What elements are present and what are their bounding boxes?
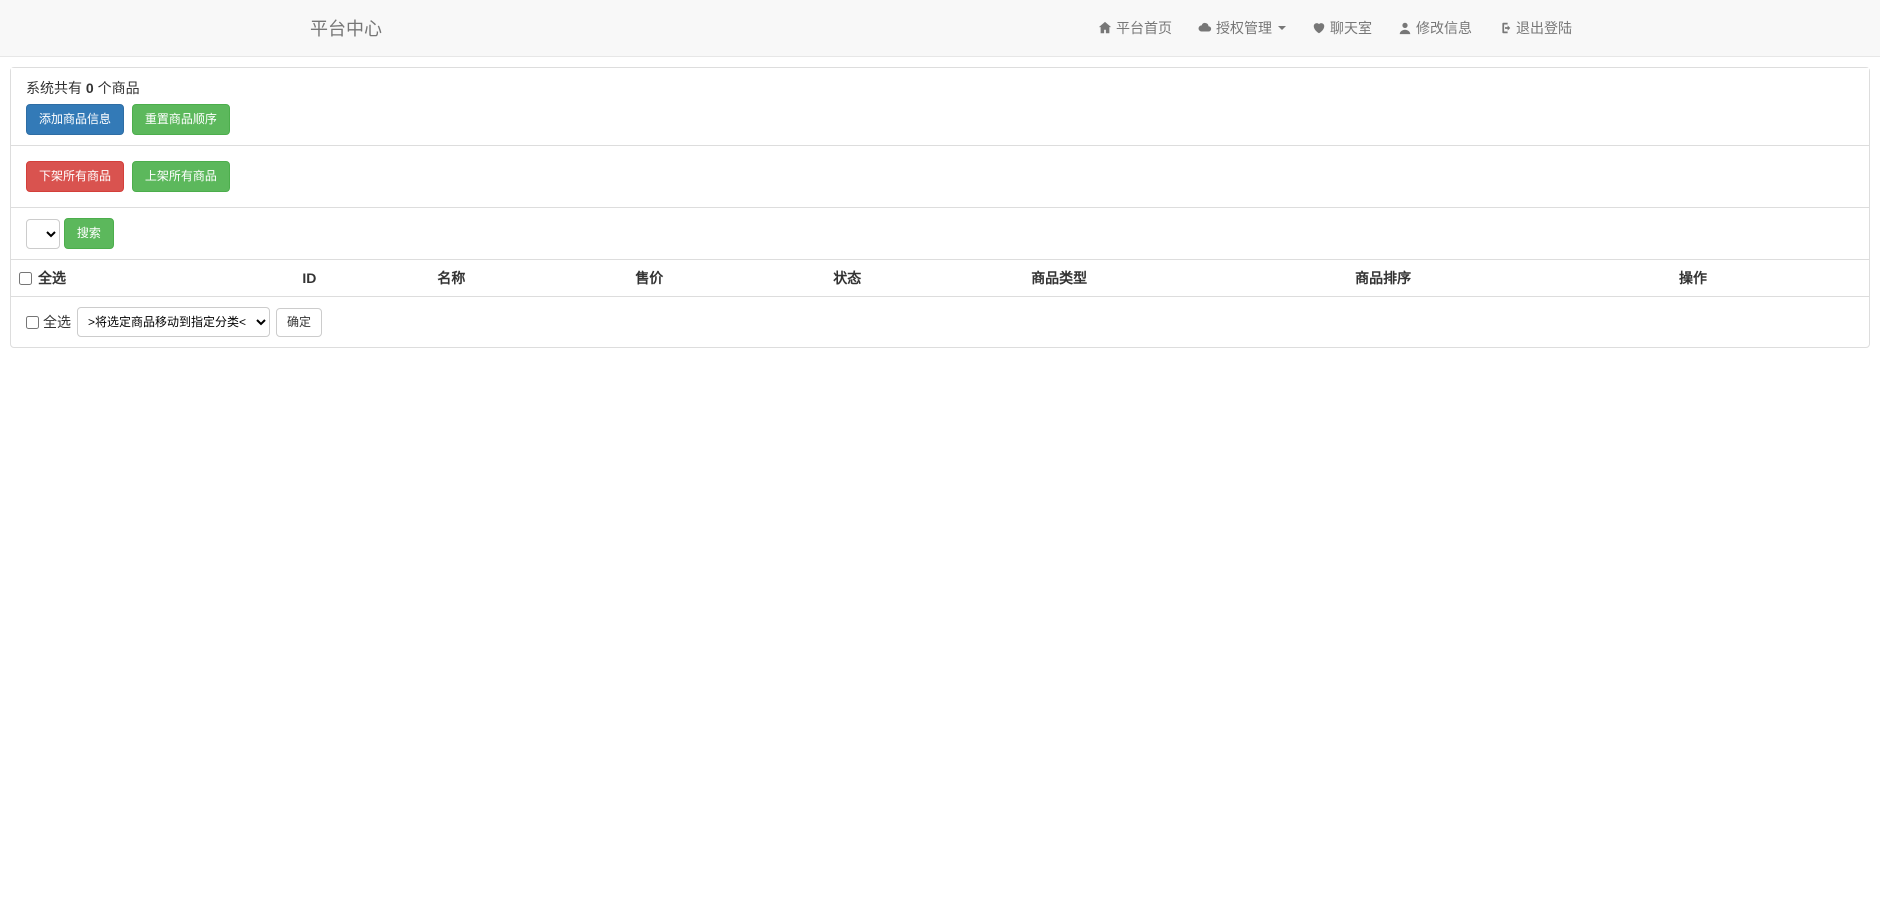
add-product-button[interactable]: 添加商品信息 (26, 104, 124, 135)
nav-label: 聊天室 (1330, 18, 1372, 38)
nav-label: 授权管理 (1216, 18, 1272, 38)
summary-text: 系统共有 0 个商品 (26, 78, 1854, 98)
nav-menu: 平台首页 授权管理 聊天室 修改信息 退出登陆 (1085, 3, 1585, 53)
panel-body-actions: 下架所有商品 上架所有商品 (11, 146, 1869, 208)
category-select[interactable] (26, 219, 60, 249)
panel-heading: 系统共有 0 个商品 添加商品信息 重置商品顺序 (11, 68, 1869, 146)
list-all-button[interactable]: 上架所有商品 (132, 161, 230, 192)
panel-body-search: 搜索 (11, 208, 1869, 260)
table-header-row: 全选 ID 名称 售价 状态 商品类型 商品排序 操作 (11, 260, 1869, 297)
th-action: 操作 (1671, 260, 1869, 297)
home-icon (1098, 21, 1112, 35)
panel-footer: 全选 >将选定商品移动到指定分类< 确定 (11, 297, 1869, 347)
nav-logout[interactable]: 退出登陆 (1485, 3, 1585, 53)
nav-chatroom[interactable]: 聊天室 (1299, 3, 1385, 53)
th-type: 商品类型 (1023, 260, 1347, 297)
th-name: 名称 (429, 260, 627, 297)
nav-edit-info[interactable]: 修改信息 (1385, 3, 1485, 53)
summary-prefix: 系统共有 (26, 80, 86, 96)
nav-label: 退出登陆 (1516, 18, 1572, 38)
top-navbar: 平台中心 平台首页 授权管理 聊天室 修改信息 (0, 0, 1880, 57)
user-icon (1398, 21, 1412, 35)
select-all-checkbox-bottom[interactable] (26, 316, 39, 329)
search-button[interactable]: 搜索 (64, 218, 114, 249)
nav-auth-management[interactable]: 授权管理 (1185, 3, 1299, 53)
select-all-bottom-text: 全选 (43, 312, 71, 332)
th-sort: 商品排序 (1347, 260, 1671, 297)
action-row-1: 添加商品信息 重置商品顺序 (26, 104, 1854, 135)
nav-home[interactable]: 平台首页 (1085, 3, 1185, 53)
select-all-checkbox-top[interactable] (19, 272, 32, 285)
th-status: 状态 (825, 260, 1023, 297)
product-table: 全选 ID 名称 售价 状态 商品类型 商品排序 操作 (11, 260, 1869, 297)
summary-suffix: 个商品 (94, 80, 140, 96)
confirm-button[interactable]: 确定 (276, 308, 322, 337)
cloud-icon (1198, 21, 1212, 35)
select-all-bottom-label[interactable]: 全选 (26, 312, 71, 332)
summary-count: 0 (86, 80, 94, 96)
nav-label: 修改信息 (1416, 18, 1472, 38)
th-price: 售价 (627, 260, 825, 297)
logout-icon (1498, 21, 1512, 35)
select-all-label: 全选 (38, 268, 66, 288)
move-category-select[interactable]: >将选定商品移动到指定分类< (77, 307, 270, 337)
main-panel: 系统共有 0 个商品 添加商品信息 重置商品顺序 下架所有商品 上架所有商品 搜… (10, 67, 1870, 348)
th-id: ID (294, 260, 429, 297)
heart-icon (1312, 21, 1326, 35)
remove-all-button[interactable]: 下架所有商品 (26, 161, 124, 192)
brand-link[interactable]: 平台中心 (295, 0, 397, 56)
reset-order-button[interactable]: 重置商品顺序 (132, 104, 230, 135)
nav-label: 平台首页 (1116, 18, 1172, 38)
chevron-down-icon (1278, 26, 1286, 30)
